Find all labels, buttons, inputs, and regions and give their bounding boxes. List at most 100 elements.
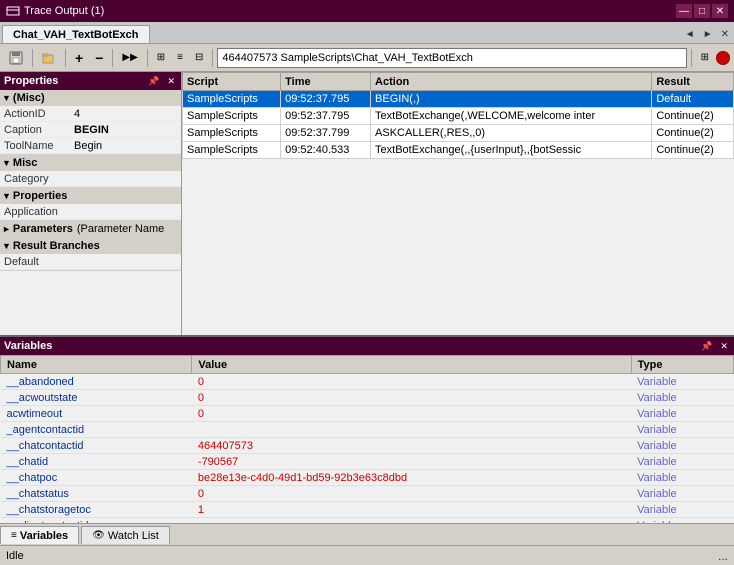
toolbar-columns-btn[interactable]: ⊟ — [190, 47, 208, 69]
trace-scroll[interactable]: Script Time Action Result SampleScripts0… — [182, 72, 734, 335]
parameters-arrow-icon: ► — [2, 224, 11, 234]
prop-section-parameters-header[interactable]: ► Parameters (Parameter Name — [0, 221, 181, 237]
misc-arrow-icon: ▼ — [2, 93, 11, 103]
properties-content: ▼ (Misc) ActionID 4 Caption BEGIN ToolNa… — [0, 90, 181, 335]
table-row[interactable]: SampleScripts09:52:37.795BEGIN(,)Default — [183, 91, 734, 108]
toolbar-record-btn[interactable] — [716, 51, 730, 65]
status-text: Idle — [6, 550, 718, 562]
toolbar: + − ▶▶ ⊞ ≡ ⊟ 464407573 SampleScripts\Cha… — [0, 44, 734, 72]
prop-section-misc-header[interactable]: ▼ (Misc) — [0, 90, 181, 106]
properties-panel-header: Properties 📌 ✕ — [0, 72, 181, 90]
tab-prev-button[interactable]: ◄ — [682, 28, 698, 41]
variables-panel-header: Variables 📌 ✕ — [0, 337, 734, 355]
tab-chat-vah[interactable]: Chat_VAH_TextBotExch — [2, 25, 150, 43]
prop-section-misc2-header[interactable]: ▼ Misc — [0, 155, 181, 171]
variables-scroll[interactable]: Name Value Type __abandoned0Variable__ac… — [0, 355, 734, 523]
result-branches-arrow-icon: ▼ — [2, 241, 11, 251]
trace-col-script: Script — [183, 73, 281, 91]
prop-row-caption: Caption BEGIN — [0, 122, 181, 138]
variables-table: Name Value Type __abandoned0Variable__ac… — [0, 355, 734, 523]
table-row[interactable]: SampleScripts09:52:37.795TextBotExchange… — [183, 108, 734, 125]
properties-pin-btn[interactable]: 📌 — [146, 76, 161, 87]
toolbar-plus-btn[interactable]: + — [70, 47, 88, 69]
prop-section-parameters: ► Parameters (Parameter Name — [0, 221, 181, 238]
bottom-tabs: ≡ Variables 👁 Watch List — [0, 523, 734, 545]
list-item[interactable]: __chatpocbe28e13e-c4d0-49d1-bd59-92b3e63… — [1, 470, 734, 486]
parameters-value: (Parameter Name — [77, 223, 164, 235]
var-col-name: Name — [1, 356, 192, 374]
variables-header-controls: 📌 ✕ — [699, 341, 730, 352]
properties-panel: Properties 📌 ✕ ▼ (Misc) ActionID 4 — [0, 72, 182, 335]
variables-title: Variables — [4, 340, 52, 352]
prop-row-actionid: ActionID 4 — [0, 106, 181, 122]
var-col-value: Value — [192, 356, 631, 374]
list-item[interactable]: acwtimeout0Variable — [1, 406, 734, 422]
list-item[interactable]: _agentcontactidVariable — [1, 422, 734, 438]
list-item[interactable]: __abandoned0Variable — [1, 374, 734, 390]
properties-arrow-icon: ▼ — [2, 191, 11, 201]
prop-section-properties-header[interactable]: ▼ Properties — [0, 188, 181, 204]
tab-nav: ◄ ► ✕ — [682, 28, 732, 43]
toolbar-separator-1 — [32, 49, 33, 67]
variables-tab-icon: ≡ — [11, 530, 17, 541]
maximize-button[interactable]: □ — [694, 4, 710, 18]
toolbar-separator-2 — [65, 49, 66, 67]
properties-close-btn[interactable]: ✕ — [165, 76, 177, 87]
prop-row-application: Application — [0, 204, 181, 220]
toolbar-separator-5 — [212, 49, 213, 67]
table-row[interactable]: SampleScripts09:52:40.533TextBotExchange… — [183, 142, 734, 159]
misc2-arrow-icon: ▼ — [2, 158, 11, 168]
list-item[interactable]: __chatstatus0Variable — [1, 486, 734, 502]
prop-name-application: Application — [4, 206, 74, 218]
prop-value-actionid: 4 — [74, 108, 177, 120]
list-item[interactable]: __chatid-790567Variable — [1, 454, 734, 470]
trace-panel: Script Time Action Result SampleScripts0… — [182, 72, 734, 335]
prop-section-misc: ▼ (Misc) ActionID 4 Caption BEGIN ToolNa… — [0, 90, 181, 155]
prop-name-toolname: ToolName — [4, 140, 74, 152]
trace-table: Script Time Action Result SampleScripts0… — [182, 72, 734, 159]
prop-section-misc2: ▼ Misc Category — [0, 155, 181, 188]
tab-close-button[interactable]: ✕ — [718, 28, 732, 41]
prop-name-caption: Caption — [4, 124, 74, 136]
toolbar-separator-3 — [112, 49, 113, 67]
variables-panel: Variables 📌 ✕ Name Value Type __abandone… — [0, 335, 734, 545]
title-bar-controls: — □ ✕ — [676, 4, 728, 18]
title-bar: Trace Output (1) — □ ✕ — [0, 0, 734, 22]
toolbar-open-btn[interactable] — [37, 47, 61, 69]
toolbar-play-btn[interactable]: ▶▶ — [117, 47, 142, 69]
title-bar-text: Trace Output (1) — [24, 5, 676, 17]
tab-watch-list[interactable]: 👁 Watch List — [81, 526, 170, 544]
toolbar-screen-btn[interactable]: ⊞ — [696, 47, 714, 69]
list-item[interactable]: __chatcontactid464407573Variable — [1, 438, 734, 454]
toolbar-separator-6 — [691, 49, 692, 67]
prop-row-default: Default — [0, 254, 181, 270]
toolbar-list-btn[interactable]: ≡ — [172, 47, 188, 69]
variables-close-btn[interactable]: ✕ — [718, 341, 730, 352]
minimize-button[interactable]: — — [676, 4, 692, 18]
prop-value-caption: BEGIN — [74, 124, 177, 136]
trace-col-action: Action — [371, 73, 652, 91]
prop-row-toolname: ToolName Begin — [0, 138, 181, 154]
variables-pin-btn[interactable]: 📌 — [699, 341, 714, 352]
list-item[interactable]: __acwoutstate0Variable — [1, 390, 734, 406]
tab-bar: Chat_VAH_TextBotExch ◄ ► ✕ — [0, 22, 734, 44]
list-item[interactable]: __chatstoragetoc1Variable — [1, 502, 734, 518]
watch-list-tab-icon: 👁 — [92, 530, 105, 541]
tab-variables[interactable]: ≡ Variables — [0, 526, 79, 544]
toolbar-save-btn[interactable] — [4, 47, 28, 69]
var-col-type: Type — [631, 356, 733, 374]
panel-header-controls: 📌 ✕ — [146, 76, 177, 87]
trace-col-result: Result — [652, 73, 734, 91]
prop-name-actionid: ActionID — [4, 108, 74, 120]
properties-title: Properties — [4, 75, 58, 87]
table-row[interactable]: SampleScripts09:52:37.799ASKCALLER(,RES,… — [183, 125, 734, 142]
prop-section-properties: ▼ Properties Application — [0, 188, 181, 221]
prop-section-result-branches-header[interactable]: ▼ Result Branches — [0, 238, 181, 254]
toolbar-minus-btn[interactable]: − — [90, 47, 108, 69]
status-dots: ... — [718, 549, 728, 563]
close-button[interactable]: ✕ — [712, 4, 728, 18]
status-bar: Idle ... — [0, 545, 734, 565]
tab-next-button[interactable]: ► — [700, 28, 716, 41]
toolbar-grid-btn[interactable]: ⊞ — [152, 47, 170, 69]
toolbar-address: 464407573 SampleScripts\Chat_VAH_TextBot… — [217, 48, 686, 68]
